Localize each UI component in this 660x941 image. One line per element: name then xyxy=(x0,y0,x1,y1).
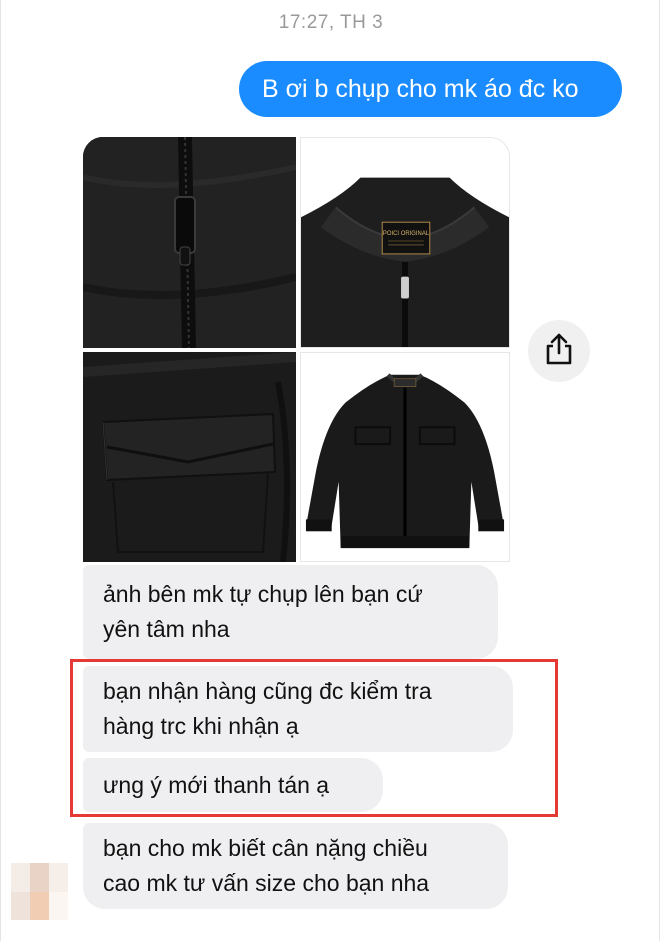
message-line: ảnh bên mk tự chụp lên bạn cứ xyxy=(103,581,423,607)
photo-jacket-full[interactable] xyxy=(300,352,510,562)
jacket-brand-label: POICI ORIGINAL xyxy=(383,231,430,237)
outgoing-message-bubble[interactable]: B ơi b chụp cho mk áo đc ko xyxy=(239,61,622,117)
avatar[interactable] xyxy=(11,863,68,920)
incoming-message-bubble[interactable]: bạn cho mk biết cân nặng chiều cao mk tư… xyxy=(83,823,508,909)
chat-screen: 17:27, TH 3 B ơi b chụp cho mk áo đc ko … xyxy=(0,0,660,941)
photo-pocket-closeup[interactable] xyxy=(83,352,296,562)
message-line: bạn cho mk biết cân nặng chiều xyxy=(103,835,428,861)
share-icon xyxy=(544,332,574,371)
highlight-annotation-box xyxy=(70,659,558,817)
incoming-message-bubble[interactable]: ảnh bên mk tự chụp lên bạn cứ yên tâm nh… xyxy=(83,565,498,659)
photo-collar-label[interactable]: POICI ORIGINAL xyxy=(300,137,510,348)
message-timestamp: 17:27, TH 3 xyxy=(278,12,384,33)
photo-zipper-closeup[interactable] xyxy=(83,137,296,348)
message-line: cao mk tư vấn size cho bạn nha xyxy=(103,870,430,896)
message-line: yên tâm nha xyxy=(103,616,230,642)
share-button[interactable] xyxy=(528,320,590,382)
